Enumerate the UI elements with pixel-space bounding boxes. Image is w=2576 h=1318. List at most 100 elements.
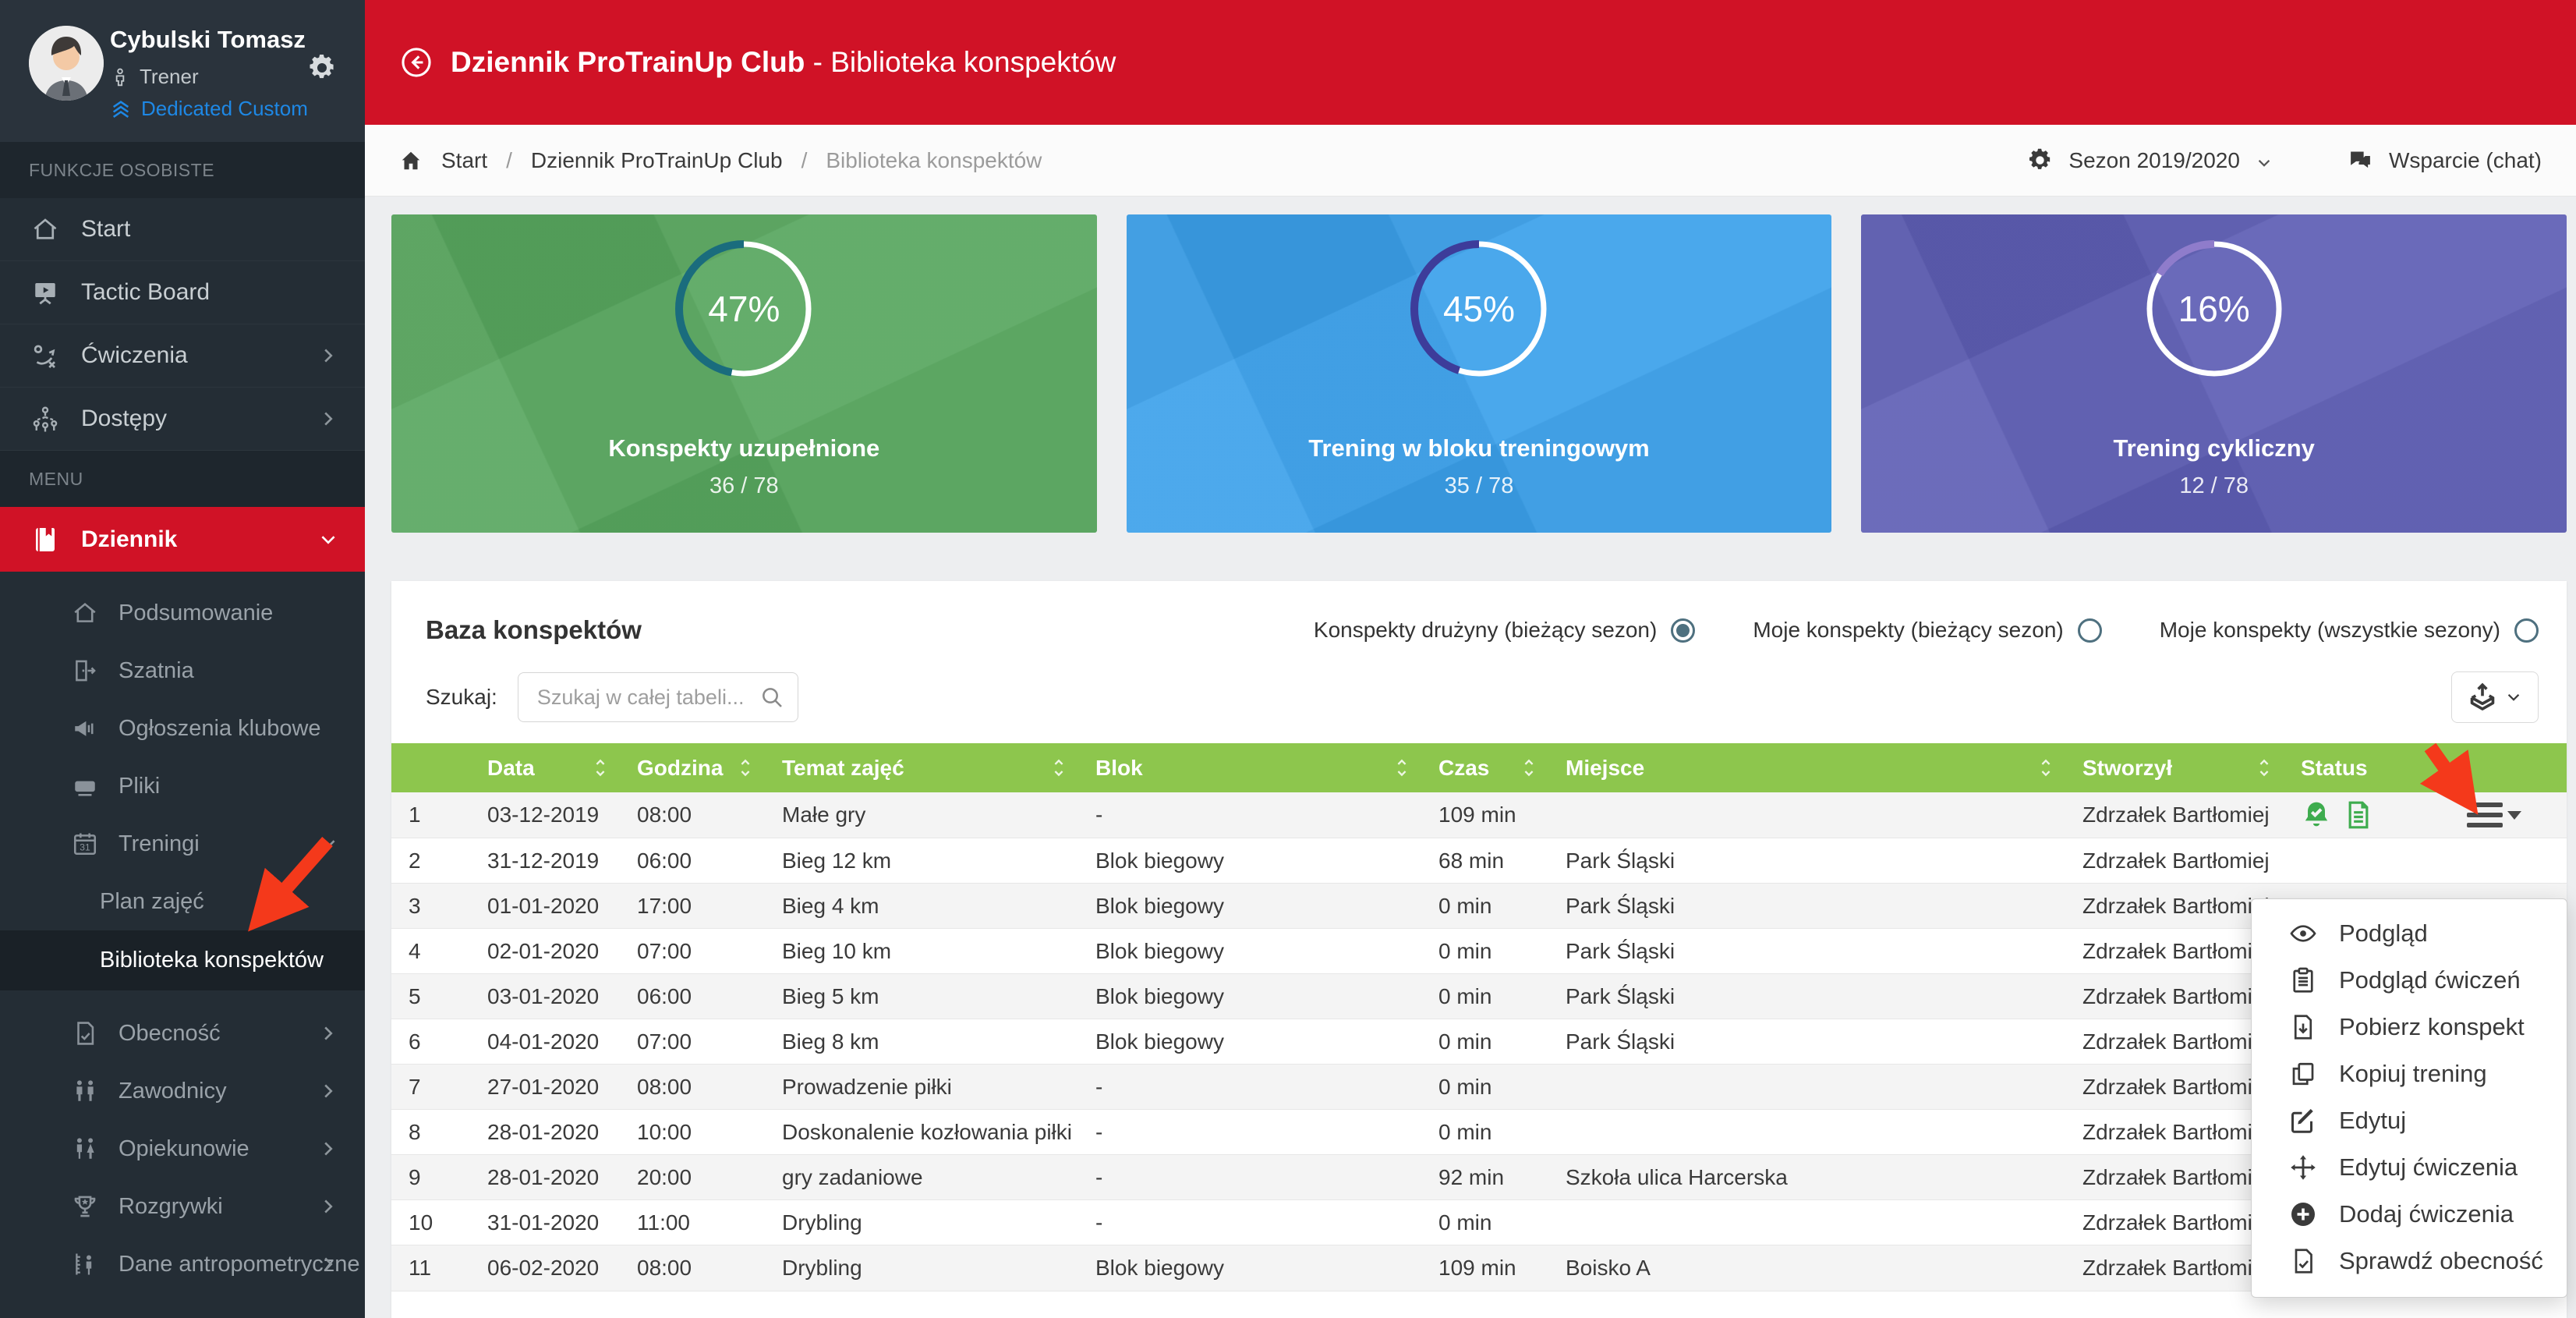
card-label: Konspekty uzupełnione (608, 434, 879, 462)
sidebar-item-biblioteka-konspektow[interactable]: Biblioteka konspektów (0, 930, 365, 990)
sidebar-item-podsumowanie[interactable]: Podsumowanie (0, 584, 365, 642)
user-plan[interactable]: Dedicated Custom (141, 97, 308, 121)
radio-button[interactable] (2514, 618, 2539, 643)
sidebar-item-dostepy[interactable]: Dostępy (0, 388, 365, 451)
row-actions-menu-button[interactable] (2467, 802, 2521, 827)
col-miejsce[interactable]: Miejsce (1548, 743, 2065, 792)
topbar: Dziennik ProTrainUp Club - Biblioteka ko… (365, 0, 2576, 125)
table-row[interactable]: 231-12-201906:00 Bieg 12 kmBlok biegowy6… (391, 838, 2567, 884)
sidebar-item-treningi[interactable]: Treningi (0, 815, 365, 873)
table-row[interactable]: 402-01-202007:00 Bieg 10 kmBlok biegowy0… (391, 929, 2567, 974)
col-temat[interactable]: Temat zajęć (765, 743, 1078, 792)
radio-konspekty-druzyny[interactable]: Konspekty drużyny (bieżący sezon) (1314, 618, 1695, 643)
sidebar-item-ogloszenia[interactable]: Ogłoszenia klubowe (0, 700, 365, 757)
table-row[interactable]: 604-01-202007:00 Bieg 8 kmBlok biegowy0 … (391, 1019, 2567, 1065)
sidebar-item-dane-antropometryczne[interactable]: Dane antropometryczne (0, 1235, 365, 1293)
menu-item-label: Podgląd ćwiczeń (2339, 966, 2521, 994)
menu-item-label: Pobierz konspekt (2339, 1013, 2525, 1041)
menu-item-edytuj[interactable]: Edytuj (2252, 1097, 2567, 1144)
table-row[interactable]: 1031-01-202011:00 Drybling-0 min Zdrzałe… (391, 1200, 2567, 1245)
chat-icon[interactable] (2348, 147, 2373, 173)
progress-ring: 16% (2140, 235, 2288, 383)
sort-icon[interactable] (2037, 755, 2054, 781)
export-button[interactable] (2451, 671, 2539, 723)
plus-circle-icon (2289, 1200, 2317, 1228)
menu-item-podglad-cwiczen[interactable]: Podgląd ćwiczeń (2252, 957, 2567, 1004)
table-row[interactable]: 103-12-201908:00 Małe gry-109 min Zdrzał… (391, 792, 2567, 838)
sort-icon[interactable] (1393, 755, 1410, 781)
avatar[interactable] (29, 26, 104, 101)
profile-settings-gear-icon[interactable] (307, 53, 337, 83)
search-input[interactable] (518, 672, 798, 722)
document-icon[interactable] (2343, 799, 2374, 831)
sidebar-item-szatnia[interactable]: Szatnia (0, 642, 365, 700)
card-trening-cykliczny: 16% Trening cykliczny 12 / 78 (1861, 214, 2567, 533)
sidebar-item-tactic-board[interactable]: Tactic Board (0, 261, 365, 324)
bell-check-icon[interactable] (2301, 799, 2332, 831)
menu-item-dodaj-cwiczenia[interactable]: Dodaj ćwiczenia (2252, 1191, 2567, 1238)
col-stworzyl[interactable]: Stworzył (2065, 743, 2284, 792)
page-title: Dziennik ProTrainUp Club - Biblioteka ko… (451, 46, 1116, 79)
sidebar-item-label: Podsumowanie (119, 601, 273, 626)
breadcrumb-start[interactable]: Start (441, 148, 487, 173)
sidebar-item-plan-zajec[interactable]: Plan zajęć (0, 873, 365, 930)
sidebar-item-zawodnicy[interactable]: Zawodnicy (0, 1062, 365, 1120)
season-selector[interactable]: Sezon 2019/2020 (2068, 148, 2240, 173)
back-icon[interactable] (399, 45, 433, 80)
sort-icon[interactable] (2256, 755, 2273, 781)
radio-moje-konspekty-sezon[interactable]: Moje konspekty (bieżący sezon) (1753, 618, 2101, 643)
col-godzina[interactable]: Godzina (620, 743, 765, 792)
export-icon (2468, 682, 2497, 712)
presentation-board-icon (31, 278, 59, 306)
sidebar-item-opiekunowie[interactable]: Opiekunowie (0, 1120, 365, 1178)
sidebar-item-label: Opiekunowie (119, 1136, 249, 1162)
radio-moje-konspekty-wszystkie[interactable]: Moje konspekty (wszystkie sezony) (2160, 618, 2539, 643)
person-icon (110, 67, 130, 87)
gear-icon[interactable] (2027, 147, 2053, 173)
menu-item-edytuj-cwiczenia[interactable]: Edytuj ćwiczenia (2252, 1144, 2567, 1191)
col-czas[interactable]: Czas (1421, 743, 1548, 792)
chevron-right-icon (318, 345, 338, 366)
table-header-row: Data Godzina Temat zajęć Blok Czas Miejs… (391, 743, 2567, 792)
radio-button[interactable] (1671, 618, 1695, 643)
table-row[interactable]: 1106-02-202008:00 DryblingBlok biegowy10… (391, 1245, 2567, 1291)
sort-icon[interactable] (1050, 755, 1067, 781)
table-row[interactable]: 301-01-202017:00 Bieg 4 kmBlok biegowy0 … (391, 884, 2567, 929)
table-row[interactable]: 828-01-202010:00 Doskonalenie kozłowania… (391, 1110, 2567, 1155)
eye-icon (2289, 919, 2317, 948)
card-percent: 45% (1405, 235, 1553, 383)
row-actions-dropdown: Podgląd Podgląd ćwiczeń Pobierz konspekt… (2251, 898, 2567, 1298)
ruler-person-icon (72, 1251, 98, 1277)
table-row[interactable]: 503-01-202006:00 Bieg 5 kmBlok biegowy0 … (391, 974, 2567, 1019)
sort-icon[interactable] (592, 755, 609, 781)
table-row[interactable]: 727-01-202008:00 Prowadzenie piłki-0 min… (391, 1065, 2567, 1110)
card-percent: 16% (2140, 235, 2288, 383)
menu-item-sprawdz-obecnosc[interactable]: Sprawdź obecność (2252, 1238, 2567, 1284)
sidebar-item-rozgrywki[interactable]: Rozgrywki (0, 1178, 365, 1235)
sidebar-item-obecnosc[interactable]: Obecność (0, 1004, 365, 1062)
breadcrumb-dziennik[interactable]: Dziennik ProTrainUp Club (531, 148, 783, 173)
menu-item-kopiuj-trening[interactable]: Kopiuj trening (2252, 1051, 2567, 1097)
table-row[interactable]: 928-01-202020:00 gry zadaniowe-92 min Sz… (391, 1155, 2567, 1200)
sidebar: Cybulski Tomasz Trener Dedicated Custom … (0, 0, 365, 1318)
konspekty-table: Data Godzina Temat zajęć Blok Czas Miejs… (391, 743, 2567, 1291)
card-konspekty-uzupelnione: 47% Konspekty uzupełnione 36 / 78 (391, 214, 1097, 533)
col-blok[interactable]: Blok (1078, 743, 1421, 792)
sort-icon[interactable] (737, 755, 754, 781)
sidebar-item-label: Treningi (119, 831, 200, 857)
col-data[interactable]: Data (470, 743, 620, 792)
radio-button[interactable] (2078, 618, 2102, 643)
app: Cybulski Tomasz Trener Dedicated Custom … (0, 0, 2576, 1318)
sidebar-item-dziennik[interactable]: Dziennik (0, 507, 365, 572)
user-role: Trener (140, 65, 199, 89)
sidebar-item-cwiczenia[interactable]: Ćwiczenia (0, 324, 365, 388)
sidebar-item-start[interactable]: Start (0, 198, 365, 261)
support-chat-link[interactable]: Wsparcie (chat) (2389, 148, 2542, 173)
breadcrumb: Start / Dziennik ProTrainUp Club / Bibli… (399, 148, 1042, 173)
sidebar-item-pliki[interactable]: Pliki (0, 757, 365, 815)
home-icon[interactable] (399, 149, 423, 172)
sort-icon[interactable] (1520, 755, 1537, 781)
menu-item-podglad[interactable]: Podgląd (2252, 910, 2567, 957)
sidebar-section-personal: FUNKCJE OSOBISTE (0, 142, 365, 198)
menu-item-pobierz-konspekt[interactable]: Pobierz konspekt (2252, 1004, 2567, 1051)
